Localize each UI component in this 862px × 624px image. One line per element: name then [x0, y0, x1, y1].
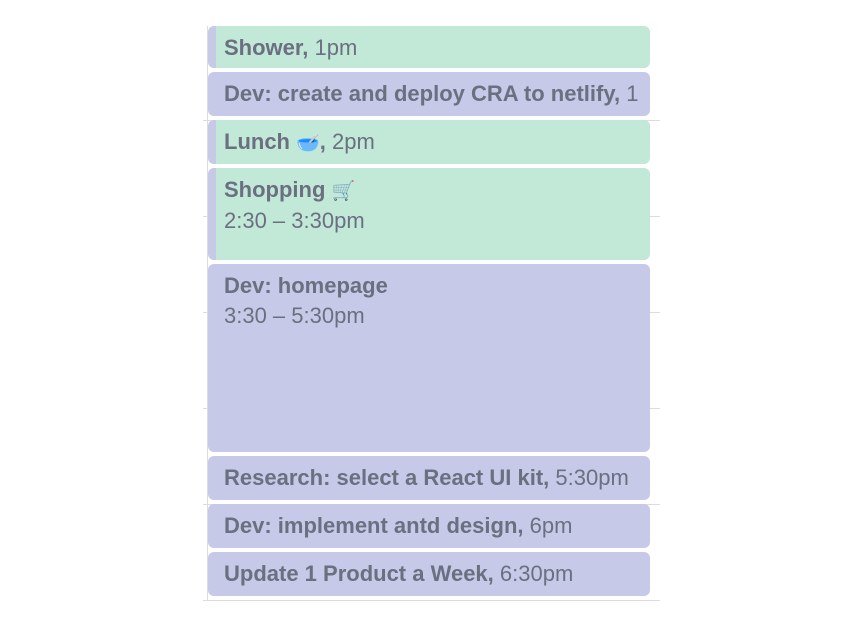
event-title: Shopping [224, 177, 326, 202]
event-update-product-week[interactable]: Update 1 Product a Week, 6:30pm [208, 552, 650, 596]
event-shopping[interactable]: Shopping 🛒 2:30 – 3:30pm [208, 168, 650, 260]
event-time: 2:30 – 3:30pm [224, 208, 365, 233]
event-color-stripe [208, 26, 216, 68]
event-title: Dev: implement antd design [224, 513, 518, 538]
event-time: 2pm [332, 129, 375, 154]
bowl-icon: 🥣 [296, 132, 320, 154]
event-research-ui-kit[interactable]: Research: select a React UI kit, 5:30pm [208, 456, 650, 500]
event-color-stripe [208, 120, 216, 164]
event-title: Lunch [224, 129, 290, 154]
event-color-stripe [208, 168, 216, 260]
hour-gridline [203, 600, 660, 601]
event-shower[interactable]: Shower, 1pm [208, 26, 650, 68]
event-dev-create-deploy[interactable]: Dev: create and deploy CRA to netlify, 1 [208, 72, 650, 116]
event-title: Update 1 Product a Week [224, 561, 488, 586]
event-title: Dev: homepage [224, 273, 388, 298]
event-time: 6:30pm [499, 561, 574, 586]
event-dev-homepage[interactable]: Dev: homepage 3:30 – 5:30pm [208, 264, 650, 452]
event-time: 6pm [529, 513, 573, 538]
event-time: 1pm [314, 35, 358, 60]
event-dev-implement-antd[interactable]: Dev: implement antd design, 6pm [208, 504, 650, 548]
calendar-day-view: Shower, 1pm Dev: create and deploy CRA t… [0, 0, 862, 624]
event-time: 1 [626, 81, 639, 106]
event-title: Dev: create and deploy CRA to netlify [224, 81, 614, 106]
event-time: 5:30pm [555, 465, 629, 490]
shopping-cart-icon: 🛒 [331, 180, 356, 202]
event-title: Shower [224, 35, 303, 60]
event-time: 3:30 – 5:30pm [224, 303, 365, 328]
event-lunch[interactable]: Lunch 🥣, 2pm [208, 120, 650, 164]
event-title: Research: select a React UI kit [224, 465, 544, 490]
